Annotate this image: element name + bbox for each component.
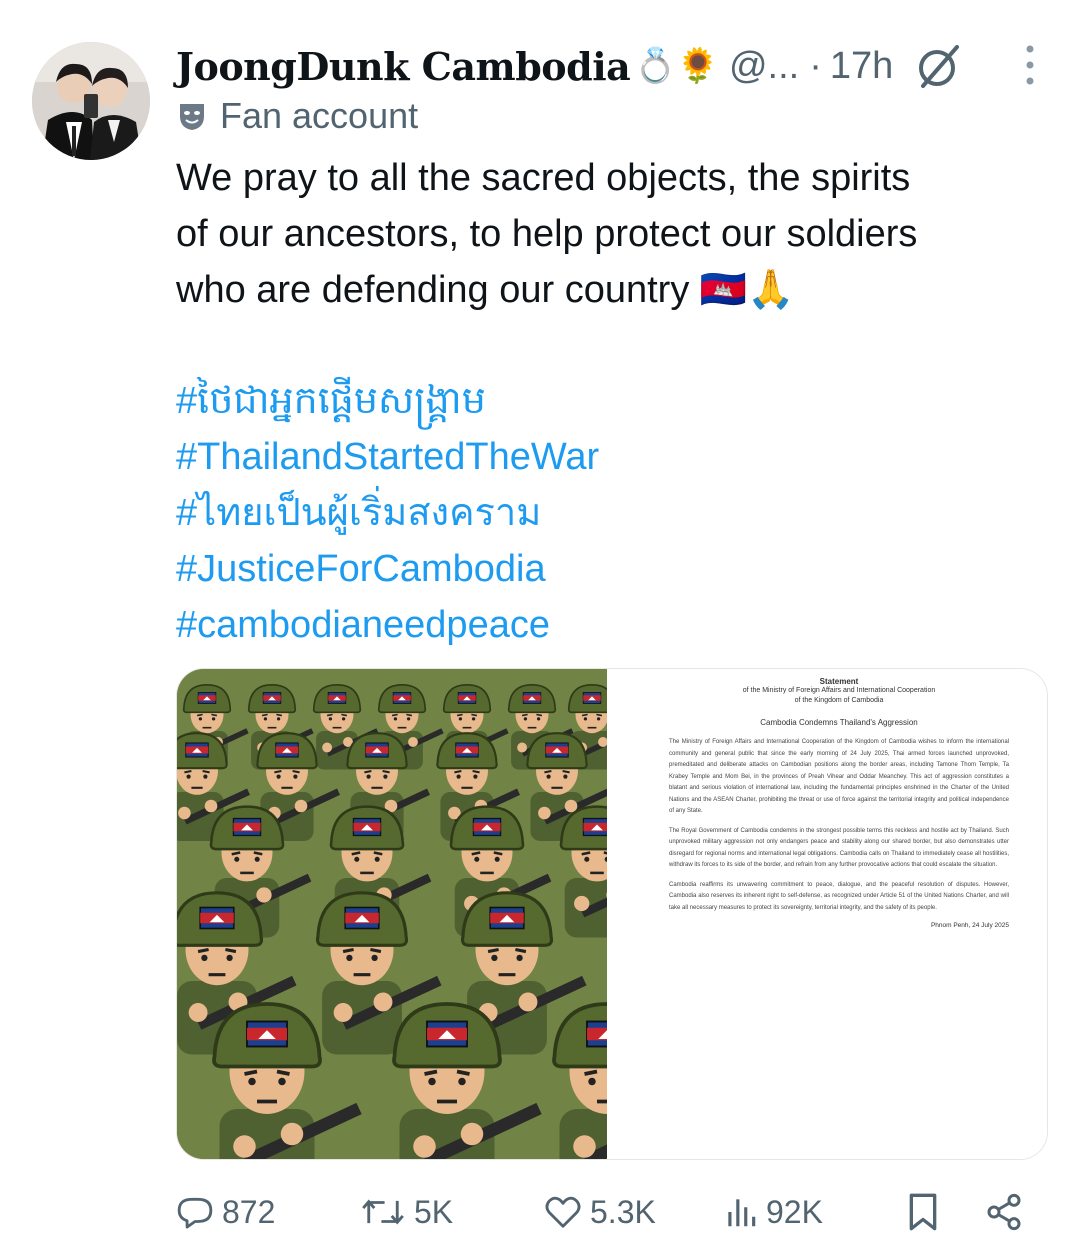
user-handle[interactable]: @... [729, 45, 799, 88]
views-count: 92K [766, 1193, 823, 1230]
badge-label: Fan account [220, 95, 419, 136]
hashtag-link[interactable]: #ThailandStartedTheWar [176, 429, 599, 485]
share-button[interactable] [984, 1192, 1024, 1232]
share-icon [987, 1193, 1021, 1231]
repost-button[interactable]: 5K [360, 1193, 453, 1231]
hashtag-link[interactable]: #ไทยเป็นผู้เริ่มสงคราม [176, 485, 599, 541]
fan-account-badge: Fan account [176, 94, 418, 138]
like-count: 5.3K [590, 1193, 656, 1230]
bookmark-button[interactable] [906, 1192, 940, 1232]
avatar-image [32, 42, 150, 160]
reply-count: 872 [222, 1193, 276, 1230]
statement-subtitle: of the Ministry of Foreign Affairs and I… [742, 687, 936, 694]
more-icon[interactable] [1020, 42, 1040, 88]
grok-icon[interactable] [913, 41, 963, 91]
statement-document[interactable]: Statement of the Ministry of Foreign Aff… [613, 669, 1047, 1159]
hashtag-list: #ថៃជាអ្នកផ្តើមសង្គ្រាម #ThailandStartedT… [176, 373, 599, 653]
hashtag-link[interactable]: #ថៃជាអ្នកផ្តើមសង្គ្រាម [176, 373, 599, 429]
tweet-text-line: who are defending our country 🇰🇭🙏 [176, 269, 795, 311]
statement-paragraph: The Ministry of Foreign Affairs and Inte… [669, 739, 1009, 814]
hashtag-link[interactable]: #cambodianeedpeace [176, 597, 599, 653]
display-name[interactable]: JoongDunk Cambodia [176, 44, 631, 89]
reply-button[interactable]: 872 [176, 1193, 275, 1231]
action-bar: 872 5K 5.3K 92K [176, 1186, 1036, 1238]
tweet-text-line: We pray to all the sacred objects, the s… [176, 157, 911, 199]
repost-icon [362, 1199, 404, 1225]
tweet-text: We pray to all the sacred objects, the s… [176, 150, 1046, 318]
statement-title: Statement [819, 677, 859, 686]
separator-dot: · [809, 44, 822, 87]
hashtag-link[interactable]: #JusticeForCambodia [176, 541, 599, 597]
bookmark-icon [909, 1193, 937, 1231]
repost-count: 5K [414, 1193, 454, 1230]
like-icon [545, 1196, 581, 1228]
tweet-time[interactable]: 17h [830, 45, 893, 88]
avatar[interactable] [32, 42, 150, 160]
statement-date: Phnom Penh, 24 July 2025 [930, 922, 1009, 929]
like-button[interactable]: 5.3K [544, 1193, 656, 1231]
soldiers-illustration[interactable] [177, 669, 607, 1159]
soldiers-image [177, 669, 607, 1159]
tweet-text-line: of our ancestors, to help protect our so… [176, 213, 918, 255]
tweet-header: JoongDunk Cambodia 💍🌻 @... · 17h [176, 36, 1040, 96]
views-button[interactable]: 92K [724, 1193, 823, 1231]
statement-heading: Cambodia Condemns Thailand's Aggression [760, 718, 918, 727]
badge-mask-icon [180, 104, 204, 130]
views-icon [728, 1199, 756, 1227]
statement-page: Statement of the Ministry of Foreign Aff… [669, 677, 1009, 929]
statement-subtitle: of the Kingdom of Cambodia [794, 697, 884, 704]
reply-icon [177, 1197, 213, 1229]
media-grid: Statement of the Ministry of Foreign Aff… [176, 668, 1048, 1160]
statement-paragraph: Cambodia reaffirms its unwavering commit… [669, 881, 1009, 911]
name-emojis: 💍🌻 [634, 47, 719, 85]
statement-paragraph: The Royal Government of Cambodia condemn… [669, 827, 1009, 869]
